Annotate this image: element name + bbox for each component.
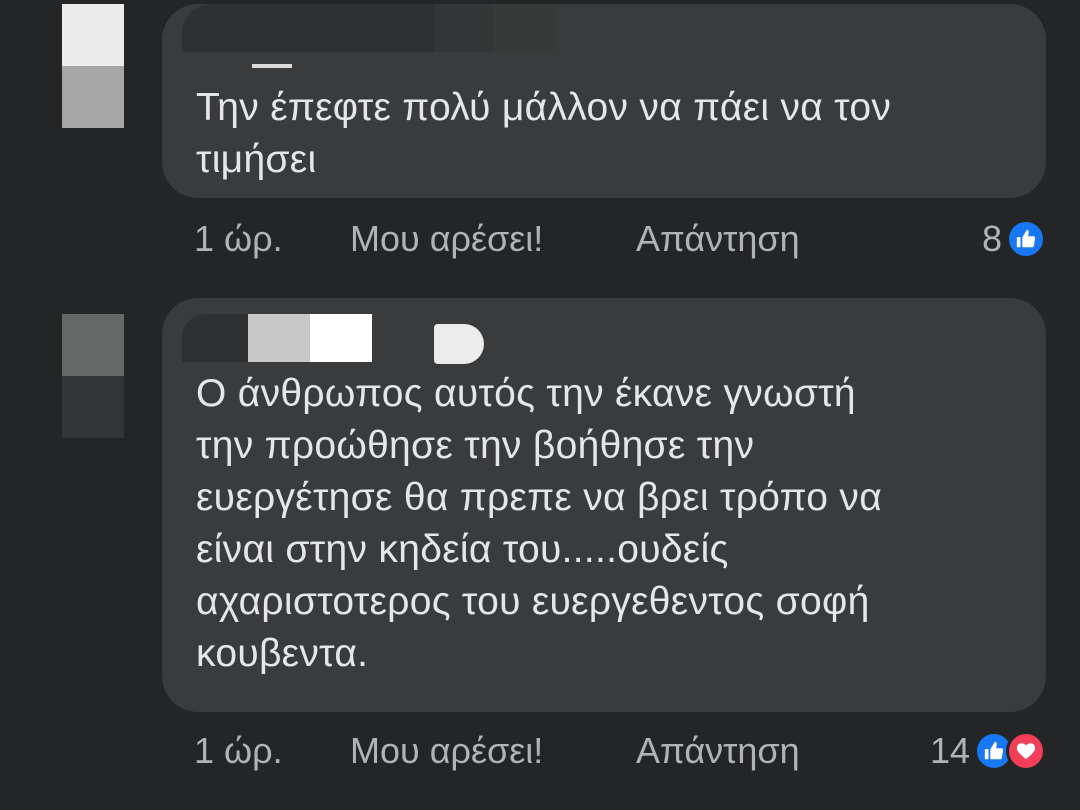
like-icon	[1006, 219, 1046, 259]
redacted-author-name	[494, 4, 554, 52]
reactions-summary[interactable]: 8	[982, 214, 1046, 264]
reactions-summary[interactable]: 14	[930, 726, 1046, 776]
avatar[interactable]	[62, 4, 124, 128]
comment-text: Ο άνθρωπος αυτός την έκανε γνωστή την πρ…	[196, 372, 883, 675]
comment-timestamp[interactable]: 1 ώρ.	[194, 726, 283, 776]
reply-button[interactable]: Απάντηση	[636, 726, 800, 776]
comment-bubble: Ο άνθρωπος αυτός την έκανε γνωστή την πρ…	[162, 298, 1046, 712]
avatar-pixel	[62, 66, 124, 128]
redacted-author-name	[182, 4, 434, 52]
comment-actions: 1 ώρ. Μου αρέσει! Απάντηση 14	[194, 726, 1046, 776]
comment-text: Την έπεφτε πολύ μάλλον να πάει να τον τι…	[196, 86, 892, 181]
redacted-author-name	[310, 314, 372, 362]
like-button[interactable]: Μου αρέσει!	[350, 214, 543, 264]
redacted-author-name	[182, 314, 248, 362]
reaction-count: 14	[929, 730, 970, 771]
redacted-author-name	[248, 314, 310, 362]
avatar[interactable]	[62, 314, 124, 438]
avatar-pixel	[62, 314, 124, 376]
comment-bubble: Την έπεφτε πολύ μάλλον να πάει να τον τι…	[162, 4, 1046, 198]
reply-button[interactable]: Απάντηση	[636, 214, 800, 264]
comments-thread: Την έπεφτε πολύ μάλλον να πάει να τον τι…	[0, 0, 1080, 810]
avatar-pixel	[62, 4, 124, 66]
redacted-author-name	[252, 64, 292, 68]
reaction-count: 8	[981, 218, 1002, 259]
comment-timestamp[interactable]: 1 ώρ.	[194, 214, 283, 264]
redacted-author-name	[434, 324, 484, 364]
love-icon	[1006, 731, 1046, 771]
redacted-author-name	[434, 4, 494, 52]
comment-actions: 1 ώρ. Μου αρέσει! Απάντηση 8	[194, 214, 1046, 264]
avatar-pixel	[62, 376, 124, 438]
like-button[interactable]: Μου αρέσει!	[350, 726, 543, 776]
